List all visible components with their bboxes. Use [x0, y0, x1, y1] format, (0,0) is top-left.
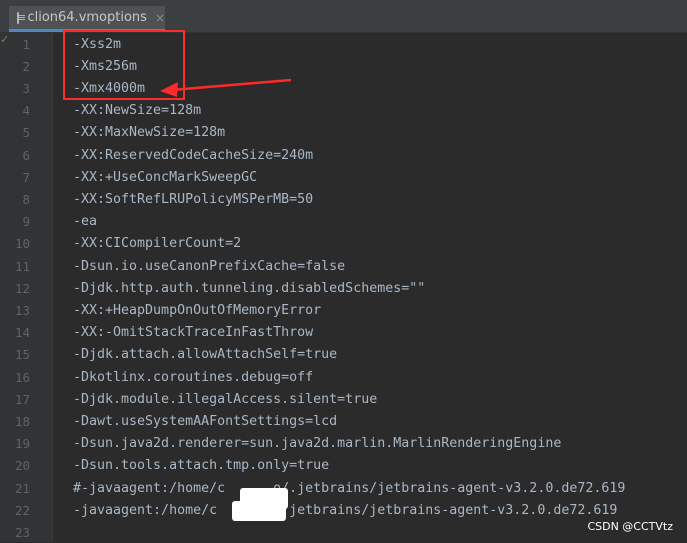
annotation-arrow	[160, 78, 292, 97]
watermark: CSDN @CCTVtz	[587, 520, 673, 533]
